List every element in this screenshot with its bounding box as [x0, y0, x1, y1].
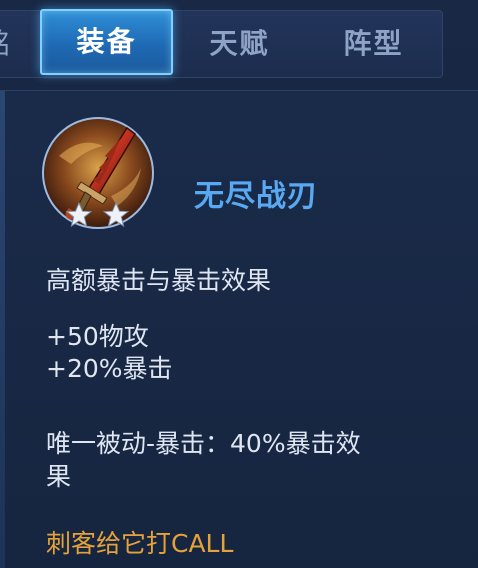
tab-bar: 铭文 装备 天赋 阵型: [0, 9, 443, 78]
stat-line: +50物攻: [46, 322, 149, 351]
star-icon: [66, 202, 92, 228]
panel-edge: [0, 91, 5, 568]
item-summary: 高额暴击与暴击效果: [46, 266, 272, 295]
tab-talent[interactable]: 天赋: [173, 11, 306, 77]
sword-icon[interactable]: [41, 116, 155, 230]
passive-description: 唯一被动-暴击：40%暴击效: [46, 429, 361, 458]
item-name: 无尽战刃: [194, 179, 318, 214]
recommendation-tip: 刺客给它打CALL: [46, 529, 234, 558]
tab-formation[interactable]: 阵型: [306, 11, 441, 77]
stat-line: +20%暴击: [46, 354, 173, 383]
star-icon: [103, 202, 129, 228]
tab-partial[interactable]: 铭文: [0, 11, 10, 77]
tab-equipment[interactable]: 装备: [40, 9, 173, 75]
game-equipment-screen: 铭文 装备 天赋 阵型: [0, 0, 478, 568]
passive-description-cont: 果: [46, 462, 72, 491]
item-detail-panel: 无尽战刃 高额暴击与暴击效果 +50物攻 +20%暴击 唯一被动-暴击：40%暴…: [0, 90, 478, 568]
